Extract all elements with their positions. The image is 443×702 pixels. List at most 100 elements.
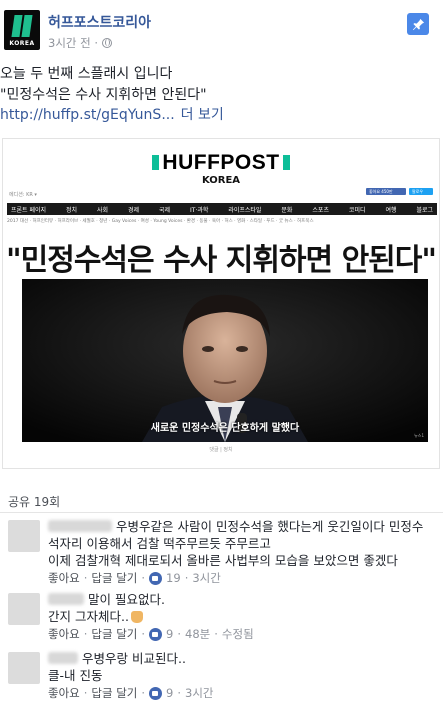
huffpost-logo-text: HUFFPOST (162, 151, 280, 174)
comment-line: 우병우랑 비교된다.. (48, 650, 186, 667)
logo-dash (282, 155, 290, 170)
preview-footer: 댓글 | 정치 (209, 447, 233, 453)
like-count[interactable]: 19 (166, 571, 181, 585)
facebook-like-badge: 좋아요 450만 (366, 188, 406, 195)
post-text-line: "민정수석은 수사 지휘하면 안된다" (0, 86, 207, 103)
huffpost-edition-label: KOREA (201, 175, 241, 186)
site-nav-item: 코미디 (348, 206, 366, 214)
reply-link[interactable]: 답글 달기 (91, 570, 137, 586)
site-nav-item: 프론트 페이지 (11, 206, 47, 214)
comment: 말이 필요없다. 간지 그자체다.. 좋아요 · 답글 달기 · 9 · 48분 · 수… (0, 591, 443, 646)
avatar[interactable] (8, 593, 40, 625)
comment-actions: 좋아요 · 답글 달기 · 9 · 3시간 (48, 685, 214, 701)
logo-dash (152, 155, 160, 170)
like-count[interactable]: 9 (166, 627, 173, 641)
commenter-name[interactable] (48, 593, 84, 605)
post-timestamp[interactable]: 3시간 전 · (48, 35, 98, 51)
comment-time[interactable]: 3시간 (185, 685, 213, 701)
reply-link[interactable]: 답글 달기 (91, 685, 137, 701)
comment-text-line: 클-내 진동 (48, 668, 103, 683)
comment-time[interactable]: 3시간 (192, 570, 220, 586)
like-link[interactable]: 좋아요 (48, 685, 80, 701)
commenter-name[interactable] (48, 652, 78, 664)
like-icon (149, 571, 163, 585)
avatar[interactable] (8, 520, 40, 552)
separator: · (177, 627, 182, 641)
site-nav-item: 국제 (158, 206, 171, 214)
comment-text: 우병우랑 비교된다.. 클-내 진동 (48, 650, 186, 684)
like-link[interactable]: 좋아요 (48, 626, 80, 642)
like-icon (149, 627, 163, 641)
comment-time[interactable]: 48분 (185, 626, 210, 642)
site-nav-bar: 프론트 페이지 정치 사회 경제 국제 IT·과학 라이프스타일 문화 스포츠 … (7, 203, 437, 215)
separator: · (177, 686, 182, 700)
post-link-line: http://huffp.st/gEqYunS... 더 보기 (0, 105, 443, 126)
separator: · (214, 627, 218, 641)
comment-text-line: 우병우랑 비교된다.. (82, 651, 186, 666)
photo-caption: 새로운 민정수석은 단호하게 말했다 (150, 423, 300, 434)
portrait-image (22, 279, 428, 442)
divider (0, 512, 443, 513)
reply-link[interactable]: 답글 달기 (91, 626, 137, 642)
comment-text-line: 이제 검찰개혁 제대로되서 올바른 사법부의 모습을 보았으면 좋겠다 (48, 553, 398, 568)
comment-actions: 좋아요 · 답글 달기 · 9 · 48분 · 수정됨 (48, 626, 254, 642)
post-meta: 3시간 전 · (48, 35, 113, 51)
site-nav-item: 사회 (96, 206, 109, 214)
globe-icon (102, 38, 113, 48)
pin-icon (412, 18, 424, 30)
comment-line: 말이 필요없다. (48, 591, 165, 608)
site-subnav: 2017 대선 · 허프인터뷰 · 허프라이브 · 세월호 · 청년 · Gay… (7, 219, 314, 224)
site-nav-item: 라이프스타일 (228, 206, 262, 214)
site-nav-item: IT·과학 (189, 206, 209, 214)
post-body: 오늘 두 번째 스플래시 입니다 "민정수석은 수사 지휘하면 안된다" htt… (0, 64, 443, 126)
article-photo: 새로운 민정수석은 단호하게 말했다 뉴스1 (22, 279, 428, 442)
edited-label[interactable]: 수정됨 (222, 626, 254, 642)
like-icon (149, 686, 163, 700)
like-count[interactable]: 9 (166, 686, 173, 700)
post-text-line: 오늘 두 번째 스플래시 입니다 (0, 66, 173, 82)
comment: 우병우랑 비교된다.. 클-내 진동 좋아요 · 답글 달기 · 9 · 3시간 (0, 650, 443, 702)
like-link[interactable]: 좋아요 (48, 570, 80, 586)
logo-mark (21, 15, 33, 37)
thumbs-up-emoji-icon (130, 611, 143, 623)
comment-text-line: 말이 필요없다. (88, 592, 165, 607)
article-headline: "민정수석은 수사 지휘하면 안된다" (6, 243, 437, 278)
photo-credit: 뉴스1 (414, 433, 424, 438)
comment-actions: 좋아요 · 답글 달기 · 19 · 3시간 (48, 570, 221, 586)
site-nav-item: 여행 (385, 206, 397, 214)
comment-text: 우병우같은 사람이 민정수석을 했다는게 웃긴일이다 민정수 석자리 이용해서 … (48, 518, 423, 569)
commenter-name[interactable] (48, 520, 112, 532)
logo-text: KOREA (9, 40, 35, 47)
site-nav-item: 정치 (65, 206, 78, 214)
comment-line: 간지 그자체다.. (48, 608, 165, 625)
separator: · (83, 686, 88, 700)
avatar[interactable] (8, 652, 40, 684)
site-nav-item: 블로그 (416, 206, 433, 214)
social-buttons: 좋아요 450만 팔로우 (366, 188, 433, 195)
separator: · (141, 686, 146, 700)
edition-selector: 에디션: KR ▾ (9, 192, 37, 198)
separator: · (83, 571, 88, 585)
separator: · (141, 627, 146, 641)
site-nav-item: 문화 (281, 206, 293, 214)
link-preview-image[interactable]: HUFFPOST KOREA 에디션: KR ▾ 좋아요 450만 팔로우 프론… (2, 138, 440, 469)
separator: · (141, 571, 146, 585)
comment-text: 말이 필요없다. 간지 그자체다.. (48, 591, 165, 625)
share-count[interactable]: 공유 19회 (8, 493, 60, 510)
page-name-link[interactable]: 허프포스트코리아 (48, 12, 151, 32)
comment-line: 우병우같은 사람이 민정수석을 했다는게 웃긴일이다 민정수 (48, 518, 423, 535)
comment: 우병우같은 사람이 민정수석을 했다는게 웃긴일이다 민정수 석자리 이용해서 … (0, 518, 443, 588)
comment-text-line: 석자리 이용해서 검찰 떡주무르듯 주무르고 (48, 536, 271, 551)
pin-button[interactable] (407, 13, 429, 35)
page-avatar[interactable]: KOREA (4, 10, 40, 50)
comment-text-line: 우병우같은 사람이 민정수석을 했다는게 웃긴일이다 민정수 (116, 519, 424, 534)
post-link[interactable]: http://huffp.st/gEqYunS... (0, 107, 175, 123)
post-header: KOREA 허프포스트코리아 3시간 전 · (0, 0, 443, 58)
huffpost-logo: HUFFPOST (3, 151, 439, 175)
see-more-link[interactable]: 더 보기 (181, 107, 224, 123)
twitter-follow-badge: 팔로우 (409, 188, 433, 195)
comment-text-line: 간지 그자체다.. (48, 609, 129, 624)
separator: · (83, 627, 88, 641)
site-nav-item: 스포츠 (312, 206, 329, 214)
separator: · (184, 571, 189, 585)
